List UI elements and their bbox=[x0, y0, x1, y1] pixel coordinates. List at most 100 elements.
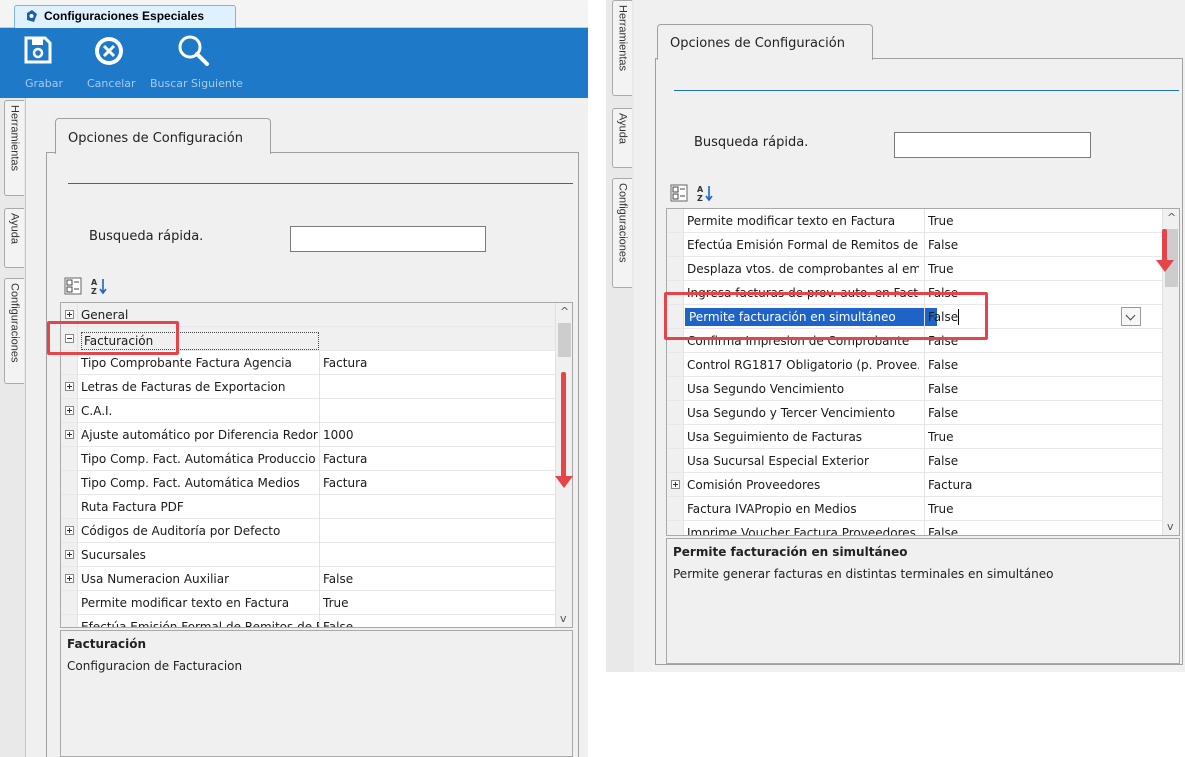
property-row[interactable]: Usa Segundo y Tercer Vencimiento False bbox=[667, 401, 1163, 425]
property-row[interactable]: Comisión Proveedores Factura bbox=[667, 473, 1163, 497]
expand-icon[interactable] bbox=[65, 550, 74, 559]
property-row[interactable]: Usa Segundo Vencimiento False bbox=[667, 377, 1163, 401]
side-tab-configuraciones[interactable]: Configuraciones bbox=[4, 278, 24, 384]
tab-opciones-configuracion[interactable]: Opciones de Configuración bbox=[55, 118, 271, 154]
property-name: Letras de Facturas de Exportacion bbox=[81, 380, 286, 394]
property-value[interactable]: True bbox=[928, 214, 954, 228]
property-row[interactable]: Permite modificar texto en Factura True bbox=[61, 591, 555, 615]
side-tab-herramientas[interactable]: Herramientas bbox=[4, 100, 24, 196]
property-value[interactable]: False bbox=[928, 382, 958, 396]
cancel-button[interactable]: Cancelar bbox=[82, 28, 140, 98]
property-grid[interactable]: Permite modificar texto en Factura True Ef… bbox=[666, 208, 1180, 536]
property-row[interactable]: Usa Seguimiento de Facturas True bbox=[667, 425, 1163, 449]
description-text: Permite generar facturas en distintas te… bbox=[673, 567, 1054, 581]
scroll-down-icon[interactable]: v bbox=[560, 612, 567, 625]
property-row[interactable]: Ajuste automático por Diferencia Redor 10… bbox=[61, 423, 555, 447]
save-button[interactable]: Grabar bbox=[20, 28, 63, 98]
expand-icon[interactable] bbox=[65, 526, 74, 535]
property-value[interactable]: True bbox=[928, 430, 954, 444]
column-divider bbox=[319, 399, 320, 423]
side-tab-label: Configuraciones bbox=[8, 283, 21, 363]
property-value[interactable]: False bbox=[323, 572, 353, 586]
property-value[interactable]: Factura bbox=[323, 476, 367, 490]
column-divider bbox=[319, 375, 320, 399]
property-row[interactable]: Factura IVAPropio en Medios True bbox=[667, 497, 1163, 521]
quick-search-input[interactable] bbox=[894, 132, 1091, 158]
property-value[interactable]: 1000 bbox=[323, 428, 354, 442]
side-tab-herramientas[interactable]: Herramientas bbox=[612, 0, 632, 96]
expand-icon[interactable] bbox=[671, 480, 680, 489]
property-row[interactable]: Imprime Voucher Factura Proveedores False bbox=[667, 521, 1163, 535]
dropdown-chevron-icon[interactable] bbox=[1121, 307, 1141, 326]
scroll-up-icon[interactable]: ^ bbox=[560, 305, 569, 318]
property-row[interactable]: Tipo Comp. Fact. Automática Medios Factur… bbox=[61, 471, 555, 495]
column-divider bbox=[319, 351, 320, 375]
property-row[interactable]: Letras de Facturas de Exportacion bbox=[61, 375, 555, 399]
column-divider bbox=[319, 591, 320, 615]
property-value[interactable]: True bbox=[323, 596, 349, 610]
sort-alphabetical-icon[interactable]: A Z bbox=[90, 277, 108, 295]
property-row[interactable]: Códigos de Auditoría por Defecto bbox=[61, 519, 555, 543]
property-value[interactable]: False bbox=[928, 526, 958, 535]
property-value[interactable]: False bbox=[928, 238, 958, 252]
header-rule bbox=[674, 90, 1179, 91]
property-value[interactable]: False bbox=[928, 406, 958, 420]
side-tab-ayuda[interactable]: Ayuda bbox=[612, 108, 632, 168]
property-value[interactable]: False bbox=[928, 454, 958, 468]
column-divider bbox=[924, 473, 925, 497]
save-icon bbox=[24, 36, 52, 64]
document-tab-label: Configuraciones Especiales bbox=[44, 9, 205, 23]
property-value[interactable]: Factura bbox=[928, 478, 972, 492]
property-name: Ruta Factura PDF bbox=[81, 500, 184, 514]
side-tab-label: Ayuda bbox=[616, 113, 629, 144]
property-name: Usa Segundo y Tercer Vencimiento bbox=[687, 406, 896, 420]
property-value[interactable]: Factura bbox=[323, 452, 367, 466]
side-tab-configuraciones[interactable]: Configuraciones bbox=[612, 178, 632, 288]
property-value[interactable]: False bbox=[928, 358, 958, 372]
expand-icon[interactable] bbox=[65, 382, 74, 391]
property-value[interactable]: True bbox=[928, 502, 954, 516]
column-divider bbox=[924, 401, 925, 425]
property-row[interactable]: Tipo Comp. Fact. Automática Produccio Fac… bbox=[61, 447, 555, 471]
expand-icon[interactable] bbox=[65, 574, 74, 583]
property-value[interactable]: True bbox=[928, 262, 954, 276]
expand-icon[interactable] bbox=[65, 310, 74, 319]
expand-icon[interactable] bbox=[65, 430, 74, 439]
tab-opciones-configuracion[interactable]: Opciones de Configuración bbox=[657, 24, 873, 60]
scroll-down-icon[interactable]: v bbox=[1167, 520, 1174, 533]
description-title: Facturación bbox=[67, 637, 147, 651]
property-row[interactable]: Ruta Factura PDF bbox=[61, 495, 555, 519]
property-value[interactable]: Factura bbox=[323, 356, 367, 370]
property-row[interactable]: Efectúa Emisión Formal de Remitos de F Fa… bbox=[667, 233, 1163, 257]
property-row[interactable]: Efectúa Emisión Formal de Remitos de F Fa… bbox=[61, 615, 555, 627]
column-divider bbox=[319, 543, 320, 567]
row-gutter bbox=[667, 497, 684, 520]
scroll-up-icon[interactable]: ^ bbox=[1167, 211, 1176, 224]
column-divider bbox=[924, 353, 925, 377]
quick-search-label: Busqueda rápida. bbox=[694, 135, 809, 150]
column-divider bbox=[924, 521, 925, 535]
categorized-view-icon[interactable] bbox=[64, 277, 82, 295]
property-row[interactable]: Usa Sucursal Especial Exterior False bbox=[667, 449, 1163, 473]
side-tab-ayuda[interactable]: Ayuda bbox=[4, 208, 24, 268]
property-row[interactable]: Control RG1817 Obligatorio (p. Provee.) F… bbox=[667, 353, 1163, 377]
property-row[interactable]: Sucursales bbox=[61, 543, 555, 567]
row-gutter bbox=[667, 425, 684, 448]
property-row[interactable]: Desplaza vtos. de comprobantes al emit Tr… bbox=[667, 257, 1163, 281]
property-value[interactable]: False bbox=[323, 620, 353, 627]
cancel-circle-icon bbox=[95, 37, 123, 65]
quick-search-input[interactable] bbox=[290, 226, 486, 252]
categorized-view-icon[interactable] bbox=[670, 184, 688, 202]
expand-icon[interactable] bbox=[65, 406, 74, 415]
svg-text:Z: Z bbox=[697, 194, 703, 202]
find-next-button[interactable]: Buscar Siguiente bbox=[148, 28, 252, 98]
property-row[interactable]: C.A.I. bbox=[61, 399, 555, 423]
property-row[interactable]: Usa Numeracion Auxiliar False bbox=[61, 567, 555, 591]
property-row[interactable]: Permite modificar texto en Factura True bbox=[667, 209, 1163, 233]
sort-alphabetical-icon[interactable]: A Z bbox=[696, 184, 714, 202]
settings-tab-icon bbox=[27, 10, 37, 22]
scroll-thumb[interactable] bbox=[558, 323, 571, 357]
find-next-label: Buscar Siguiente bbox=[150, 77, 243, 90]
scroll-down-arrow-annotation bbox=[1162, 229, 1167, 262]
grid-toolbar: A Z bbox=[666, 178, 1180, 208]
